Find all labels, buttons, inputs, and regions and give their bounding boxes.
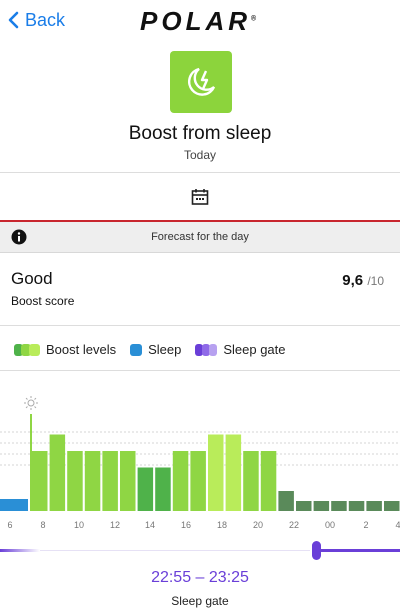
- bar-post: [348, 501, 365, 511]
- bar-boostdark: [137, 467, 154, 511]
- bar-peak: [208, 434, 224, 511]
- boost-rating: Good: [11, 269, 53, 288]
- chevron-left-icon: [8, 11, 19, 29]
- page-title: Boost from sleep: [128, 123, 272, 144]
- sleep-swatch-icon: [130, 343, 143, 356]
- bar-boost: [49, 434, 66, 511]
- boost-from-sleep-icon: [170, 51, 232, 113]
- legend-boost: Boost levels: [14, 342, 116, 357]
- back-label: Back: [25, 9, 66, 30]
- bar-boost: [67, 451, 83, 511]
- sleep-gate-time: 22:55 – 23:25: [151, 569, 249, 586]
- x-tick-label: 8: [40, 520, 45, 530]
- x-tick-label: 20: [253, 520, 263, 530]
- x-tick-label: 2: [363, 520, 368, 530]
- forecast-bar: Forecast for the day: [0, 222, 400, 253]
- x-tick-label: 12: [110, 520, 120, 530]
- divider: [0, 325, 400, 326]
- x-tick-label: 6: [7, 520, 12, 530]
- bar-boost: [102, 451, 118, 511]
- bar-boost: [32, 451, 48, 511]
- slider-handle: [312, 541, 321, 560]
- bar-boost: [172, 451, 189, 511]
- divider: [0, 370, 400, 371]
- forecast-label: Forecast for the day: [151, 231, 249, 243]
- bar-boost: [190, 451, 206, 511]
- bar-post: [296, 501, 312, 511]
- bar-post: [278, 491, 294, 511]
- back-button[interactable]: Back: [8, 8, 65, 32]
- boost-levels-swatch-icon: [14, 343, 40, 356]
- bar-boost: [120, 451, 136, 511]
- boost-chart: 6 8 10 12 14 16 18 20 22 00 2 4: [0, 396, 400, 530]
- sleep-gate-slider[interactable]: [0, 540, 400, 562]
- polar-logo: POLAR®: [140, 6, 257, 36]
- sleep-gate-swatch-icon: [195, 343, 218, 356]
- chart-legend: Boost levels Sleep Sleep gate: [14, 342, 300, 357]
- top-bar: Back POLAR®: [0, 0, 400, 42]
- x-tick-label: 22: [289, 520, 299, 530]
- sleep-gate-label: Sleep gate: [171, 594, 229, 608]
- x-tick-label: 10: [74, 520, 84, 530]
- bar-sleep: [0, 499, 28, 511]
- sun-icon: [24, 396, 38, 410]
- x-tick-label: 14: [145, 520, 155, 530]
- bar-post: [366, 501, 382, 511]
- boost-score-value: 9,6 /10: [342, 272, 384, 289]
- bar-post: [384, 501, 400, 511]
- x-tick-label: 18: [217, 520, 227, 530]
- x-tick-label: 4: [395, 520, 400, 530]
- bar-peak: [225, 434, 242, 511]
- bar-post: [331, 501, 347, 511]
- x-tick-label: 00: [325, 520, 335, 530]
- bar-boost: [260, 451, 277, 511]
- bar-post: [313, 501, 330, 511]
- legend-gate: Sleep gate: [195, 342, 286, 357]
- boost-score-label: Boost score: [11, 294, 75, 308]
- divider: [0, 172, 400, 173]
- date-label: Today: [183, 148, 217, 162]
- bar-boost: [84, 451, 101, 511]
- x-tick-label: 16: [181, 520, 191, 530]
- calendar-icon[interactable]: [191, 188, 209, 211]
- legend-sleep: Sleep: [130, 342, 181, 357]
- bar-boostdark: [155, 467, 171, 511]
- bar-boost: [243, 451, 259, 511]
